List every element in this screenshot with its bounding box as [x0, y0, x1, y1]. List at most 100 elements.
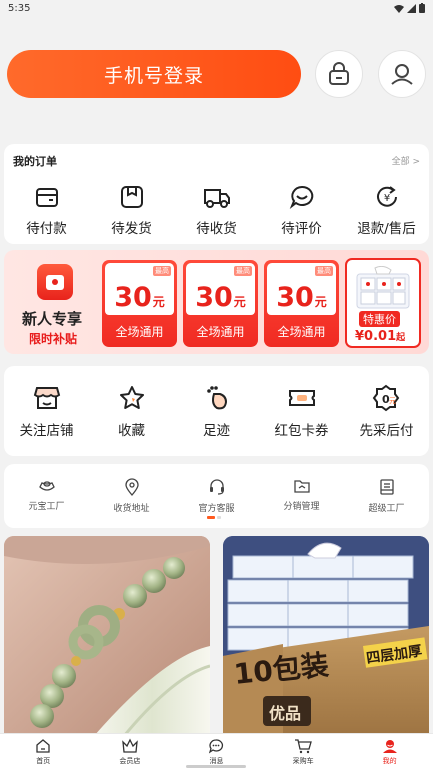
- jade-bracelet-image: [4, 536, 210, 736]
- order-pending-shipment[interactable]: 待发货: [92, 184, 172, 237]
- truck-icon: [203, 189, 230, 208]
- special-price-badge: 特惠价: [359, 311, 400, 327]
- order-status-label: 待收货: [196, 221, 237, 237]
- coupon-scope: 全场通用: [196, 325, 245, 339]
- order-pending-receipt[interactable]: 待收货: [177, 184, 257, 237]
- store-icon: [33, 387, 60, 409]
- service-coupons[interactable]: 红包卡券: [262, 384, 342, 439]
- order-status-label: 待付款: [26, 221, 67, 237]
- refund-icon: ¥: [376, 186, 397, 207]
- tool-ingot-factory[interactable]: 元宝工厂: [7, 478, 87, 514]
- special-deal-card[interactable]: 特惠价 ¥0.01起: [345, 258, 421, 348]
- service-favorites[interactable]: 收藏: [92, 384, 172, 439]
- tab-profile[interactable]: 我的: [360, 734, 420, 770]
- user-avatar-button[interactable]: [378, 50, 426, 98]
- tool-customer-service[interactable]: 官方客服: [177, 478, 257, 514]
- service-footprints[interactable]: 足迹: [177, 384, 257, 439]
- service-label: 足迹: [203, 423, 230, 439]
- tool-super-factory[interactable]: 超级工厂: [347, 478, 427, 514]
- tool-distribution-management[interactable]: 分销管理: [262, 478, 342, 514]
- tissue-box-image: 10包装 四层加厚 优品: [223, 536, 429, 736]
- service-label: 先采后付: [359, 423, 414, 439]
- status-bar: 5:35: [0, 0, 433, 20]
- new-user-banner[interactable]: 新人专享 限时补贴 最高 30 元 全场通用 最高 30 元 全场通用 最高 3…: [4, 250, 429, 354]
- order-pending-review[interactable]: 待评价: [262, 184, 342, 237]
- order-status-label: 待评价: [281, 221, 322, 237]
- service-followed-stores[interactable]: 关注店铺: [7, 384, 87, 439]
- headset-icon: [209, 479, 224, 495]
- tab-label: 我的: [382, 757, 397, 765]
- view-all-orders-link[interactable]: 全部 >: [392, 154, 420, 167]
- coupon-amount: 30: [276, 282, 314, 313]
- special-price-suffix: 起: [396, 333, 406, 343]
- footprint-icon: [206, 386, 227, 410]
- ingot-icon: [38, 481, 55, 491]
- location-icon: [124, 478, 139, 496]
- coupon-card[interactable]: 最高 30 元 全场通用: [102, 260, 177, 347]
- tab-label: 会员店: [119, 757, 141, 765]
- tab-home[interactable]: 首页: [13, 734, 73, 770]
- phone-login-button[interactable]: 手机号登录: [7, 50, 301, 98]
- coupon-card[interactable]: 最高 30 元 全场通用: [264, 260, 339, 347]
- coupon-card[interactable]: 最高 30 元 全场通用: [183, 260, 258, 347]
- tools-page-indicator: [207, 516, 221, 519]
- home-icon: [36, 739, 50, 753]
- package-icon: [120, 186, 143, 208]
- tab-member-store[interactable]: 会员店: [100, 734, 160, 770]
- tool-label: 分销管理: [283, 502, 320, 512]
- special-price-value: ¥0.01: [355, 329, 397, 344]
- cart-icon: [295, 739, 312, 754]
- coupon-scope: 全场通用: [277, 325, 326, 339]
- order-refund[interactable]: ¥ 退款/售后: [347, 184, 427, 237]
- tab-label: 采购车: [292, 757, 314, 765]
- new-user-title: 新人专享: [22, 310, 83, 328]
- tissue-pack-icon: [356, 266, 410, 309]
- coupon-unit: 元: [152, 295, 165, 309]
- tool-label: 超级工厂: [368, 504, 405, 514]
- status-icons: [394, 3, 425, 13]
- order-status-label: 待发货: [111, 221, 152, 237]
- coupon-scope: 全场通用: [115, 325, 164, 339]
- tissue-brand-text: 优品: [269, 704, 301, 723]
- pay-later-icon: 0元: [372, 384, 399, 412]
- order-status-label: 退款/售后: [357, 221, 416, 237]
- tab-cart[interactable]: 采购车: [273, 734, 333, 770]
- my-orders-title: 我的订单: [13, 155, 57, 168]
- folder-icon: [293, 480, 310, 493]
- coupon-tag: 最高: [234, 266, 252, 276]
- svg-text:元: 元: [389, 397, 396, 405]
- wifi-icon: [394, 4, 404, 13]
- comment-icon: [289, 185, 313, 209]
- tool-shipping-address[interactable]: 收货地址: [92, 478, 172, 514]
- tool-label: 官方客服: [198, 504, 235, 514]
- home-indicator: [186, 765, 246, 768]
- member-store-icon: [122, 738, 138, 753]
- new-user-subtitle: 限时补贴: [29, 332, 78, 346]
- coupon-unit: 元: [314, 295, 327, 309]
- status-time: 5:35: [8, 3, 31, 14]
- service-label: 红包卡券: [274, 423, 329, 439]
- order-pending-payment[interactable]: 待付款: [7, 184, 87, 237]
- product-card-tissue[interactable]: 10包装 四层加厚 优品: [223, 536, 429, 736]
- coupon-tag: 最高: [315, 266, 333, 276]
- service-label: 关注店铺: [19, 423, 74, 439]
- services-card: 关注店铺 收藏 足迹 红包卡券 0元 先采后付: [4, 366, 429, 456]
- my-orders-card: 我的订单 全部 > 待付款 待发货 待收货 待评价 ¥ 退款/售后: [4, 144, 429, 244]
- signal-icon: [407, 3, 416, 13]
- gift-logo-icon: [37, 264, 73, 300]
- coupon-amount: 30: [114, 282, 152, 313]
- tool-label: 收货地址: [113, 504, 150, 514]
- product-card-bracelet[interactable]: [4, 536, 210, 736]
- coupon-tag: 最高: [153, 266, 171, 276]
- coupon-amount: 30: [195, 282, 233, 313]
- shopping-bag-button[interactable]: [315, 50, 363, 98]
- wallet-icon: [35, 188, 58, 207]
- coupon-icon: [288, 390, 315, 406]
- svg-text:¥: ¥: [383, 193, 389, 204]
- user-avatar-icon: [391, 64, 413, 85]
- factory-icon: [379, 479, 394, 495]
- service-pay-later[interactable]: 0元 先采后付: [347, 384, 427, 439]
- star-icon: [119, 386, 144, 409]
- shopping-bag-icon: [329, 62, 349, 85]
- special-price: ¥0.01起: [355, 329, 405, 344]
